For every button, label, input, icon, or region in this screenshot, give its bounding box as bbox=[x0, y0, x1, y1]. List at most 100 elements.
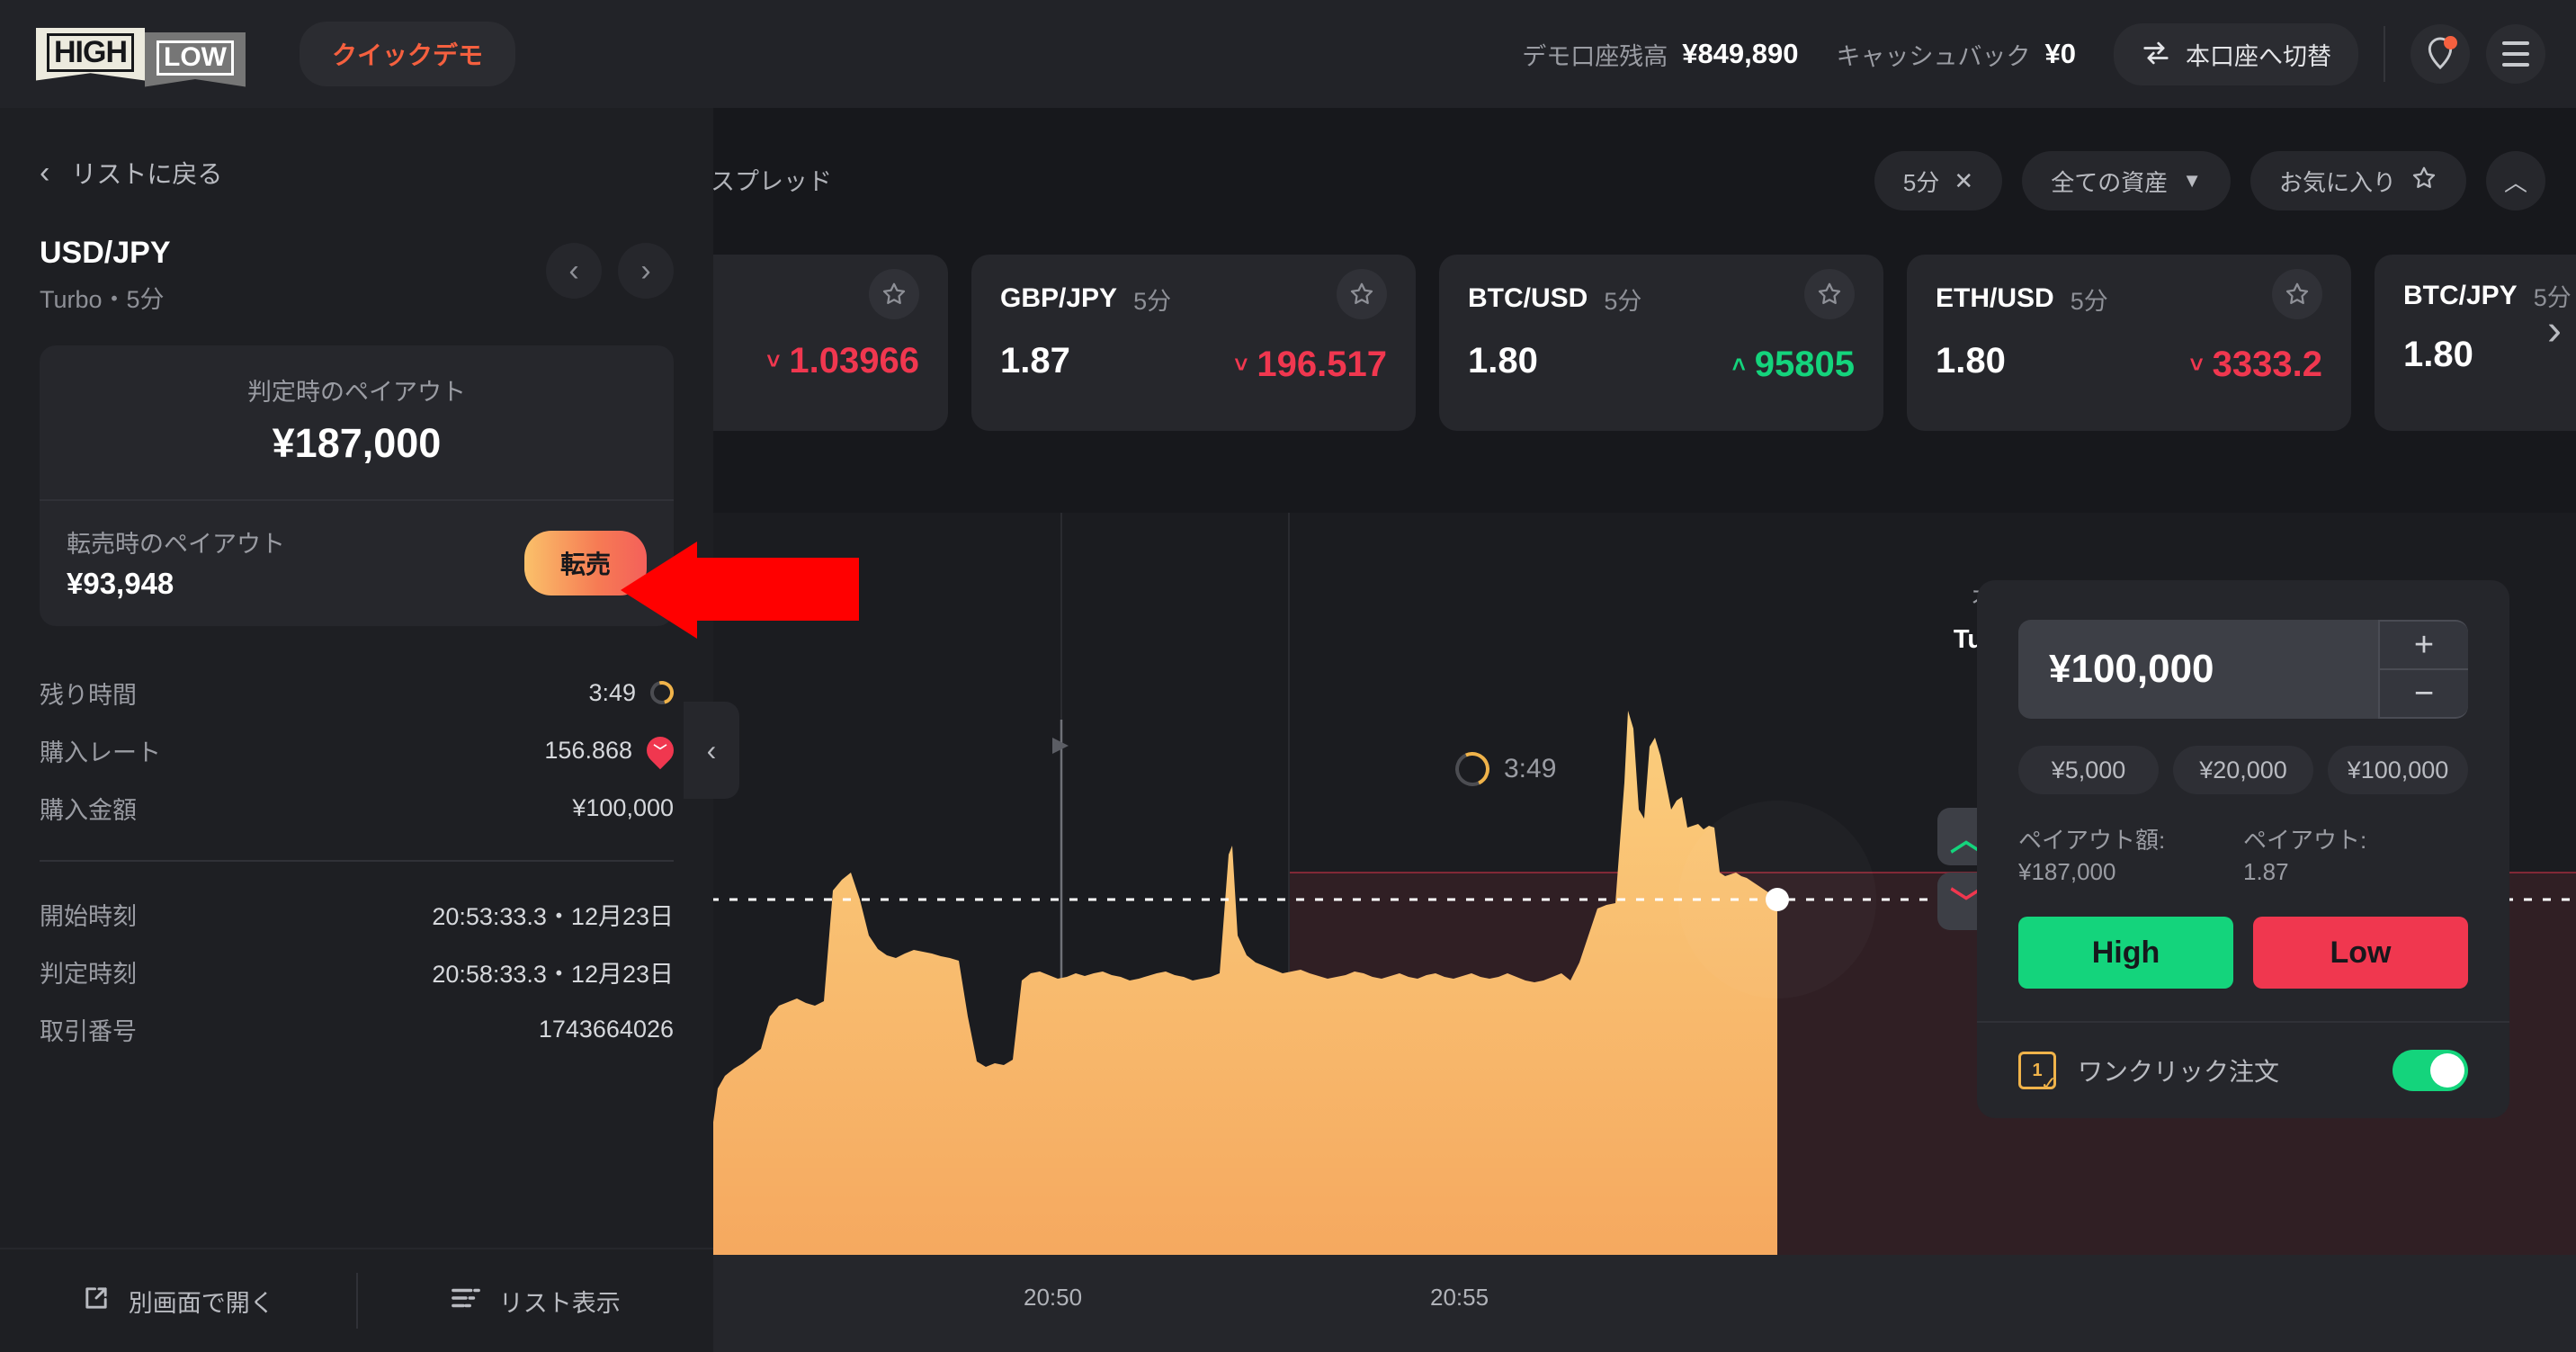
resell-payout-label: 転売時のペイアウト bbox=[67, 531, 285, 558]
amount-preset-button[interactable]: ¥100,000 bbox=[2328, 746, 2468, 794]
amount-preset-row: ¥5,000 ¥20,000 ¥100,000 bbox=[2018, 746, 2468, 794]
ticker-pair: BTC/JPY bbox=[2403, 280, 2518, 310]
switch-account-label: 本口座へ切替 bbox=[2186, 42, 2331, 70]
high-button[interactable]: High bbox=[2018, 917, 2233, 989]
detail-label: 購入レート bbox=[40, 739, 161, 766]
chevron-up-icon: ︿ bbox=[2503, 168, 2527, 196]
payout-rate-block: ペイアウト: 1.87 bbox=[2243, 825, 2468, 888]
detail-label: 購入金額 bbox=[40, 796, 137, 824]
detail-panel-footer: 別画面で開く リスト表示 bbox=[0, 1248, 713, 1352]
payout-amount-value: ¥187,000 bbox=[2018, 858, 2116, 886]
payout-amount-label: ペイアウト額: bbox=[2018, 827, 2166, 854]
detail-label: 開始時刻 bbox=[40, 902, 137, 930]
filter-chip-asset[interactable]: 全ての資産 ▼ bbox=[2022, 151, 2231, 210]
chevron-left-icon: ‹ bbox=[40, 155, 50, 190]
spread-label: スプレッド bbox=[711, 168, 832, 195]
close-x-icon[interactable]: ✕ bbox=[1954, 167, 1973, 195]
star-icon[interactable] bbox=[1337, 269, 1387, 319]
payout-amount-block: ペイアウト額: ¥187,000 bbox=[2018, 825, 2243, 888]
swap-icon bbox=[2141, 40, 2171, 69]
detail-row: 残り時間 3:49 bbox=[40, 664, 678, 721]
header-divider bbox=[2384, 26, 2385, 82]
detail-value: 20:58:33.3・12月23日 bbox=[432, 960, 674, 988]
demo-balance-value: ¥849,890 bbox=[1682, 38, 1799, 69]
star-icon[interactable] bbox=[869, 269, 919, 319]
amount-preset-button[interactable]: ¥20,000 bbox=[2173, 746, 2313, 794]
low-drop-icon: ﹀ bbox=[640, 730, 680, 770]
ticker-payout: 1.80 bbox=[1936, 341, 2006, 381]
ticker-card[interactable]: BTC/USD 5分 1.80 ˄ 95805 bbox=[1439, 255, 1883, 431]
ticker-duration: 5分 bbox=[1604, 287, 1642, 315]
back-to-list-link[interactable]: ‹ リストに戻る bbox=[0, 108, 713, 191]
caret-up-icon: ˄ bbox=[1731, 351, 1746, 378]
ticker-card[interactable]: BTC/JPY 5分 1.80 ˅ 15 bbox=[2375, 255, 2576, 431]
star-icon bbox=[2411, 165, 2437, 198]
amount-input-group[interactable]: ¥100,000 + − bbox=[2018, 620, 2468, 719]
notification-dot bbox=[2444, 36, 2457, 49]
oneclick-order-toggle[interactable] bbox=[2393, 1050, 2468, 1092]
notification-bell-button[interactable] bbox=[2411, 24, 2470, 84]
detail-divider bbox=[40, 860, 674, 862]
filter-duration-label: 5分 bbox=[1902, 168, 1940, 196]
filter-asset-label: 全ての資産 bbox=[2051, 168, 2169, 196]
next-trade-button[interactable]: › bbox=[618, 243, 674, 299]
ticker-pair: ETH/USD bbox=[1936, 283, 2054, 313]
ticker-rate-value: 3333.2 bbox=[2212, 345, 2322, 384]
pair-subtitle: Turbo・5分 bbox=[40, 286, 165, 313]
ticker-rate: ˄ 95805 bbox=[1732, 345, 1855, 385]
quick-demo-button[interactable]: クイックデモ bbox=[299, 22, 515, 86]
current-price-dot bbox=[1766, 888, 1789, 911]
payout-card: 判定時のペイアウト ¥187,000 転売時のペイアウト ¥93,948 転売 bbox=[40, 345, 674, 626]
high-low-buttons: High Low bbox=[2018, 917, 2468, 989]
panel-collapse-handle[interactable]: ‹ bbox=[684, 702, 739, 799]
detail-row: 購入金額 ¥100,000 bbox=[40, 779, 674, 837]
oneclick-order-label: ワンクリック注文 bbox=[2078, 1058, 2280, 1087]
detail-value-text: 3:49 bbox=[588, 678, 636, 706]
header-right-group: デモ口座残高 ¥849,890 キャッシュバック ¥0 本口座へ切替 bbox=[1522, 22, 2576, 85]
amount-decrease-button[interactable]: − bbox=[2378, 668, 2468, 719]
amount-preset-button[interactable]: ¥5,000 bbox=[2018, 746, 2159, 794]
open-new-window-button[interactable]: 別画面で開く bbox=[0, 1249, 356, 1352]
external-link-icon bbox=[82, 1284, 111, 1319]
resell-payout-value: ¥93,948 bbox=[67, 567, 174, 600]
list-view-button[interactable]: リスト表示 bbox=[358, 1249, 714, 1352]
highlow-logo: HIGH LOW bbox=[36, 27, 246, 87]
page-title: USD/JPY bbox=[40, 236, 171, 270]
detail-value: ¥100,000 bbox=[572, 794, 674, 822]
ticker-rate-value: 196.517 bbox=[1257, 345, 1387, 384]
detail-value-text: ¥100,000 bbox=[572, 793, 674, 821]
trade-panel: ¥100,000 + − ¥5,000 ¥20,000 ¥100,000 ペイア… bbox=[1977, 580, 2509, 1119]
hamburger-menu-icon bbox=[2502, 41, 2529, 67]
ticker-next-button[interactable]: › bbox=[2547, 306, 2562, 355]
open-new-window-label: 別画面で開く bbox=[128, 1289, 274, 1317]
timer-ring-icon bbox=[646, 676, 678, 709]
ticker-pair: BTC/USD bbox=[1468, 283, 1588, 313]
ticker-payout: 1.80 bbox=[1468, 341, 1538, 381]
amount-stepper: + − bbox=[2378, 620, 2468, 719]
caret-down-icon: ˅ bbox=[1234, 351, 1248, 378]
amount-increase-button[interactable]: + bbox=[2378, 620, 2468, 668]
detail-row: 取引番号 1743664026 bbox=[40, 1000, 674, 1058]
logo-high-text: HIGH bbox=[47, 32, 134, 72]
amount-input[interactable]: ¥100,000 bbox=[2018, 620, 2378, 719]
filter-collapse-button[interactable]: ︿ bbox=[2486, 151, 2545, 210]
pair-nav-group: ‹ › bbox=[546, 243, 674, 299]
filter-chip-duration[interactable]: 5分 ✕ bbox=[1874, 151, 2003, 210]
star-icon[interactable] bbox=[1804, 269, 1855, 319]
detail-row: 開始時刻 20:53:33.3・12月23日 bbox=[40, 885, 674, 943]
chevron-left-icon: ‹ bbox=[568, 253, 579, 288]
detail-value: 156.868 ﹀ bbox=[544, 730, 680, 770]
ticker-card[interactable]: GBP/JPY 5分 1.87 ˅ 196.517 bbox=[971, 255, 1416, 431]
hamburger-menu-button[interactable] bbox=[2486, 24, 2545, 84]
resell-button[interactable]: 転売 bbox=[523, 530, 647, 595]
ticker-card[interactable]: ETH/USD 5分 1.80 ˅ 3333.2 bbox=[1907, 255, 2351, 431]
trade-detail-panel: ‹ リストに戻る USD/JPY Turbo・5分 ‹ › 判定時のペイアウト … bbox=[0, 108, 713, 1352]
star-icon[interactable] bbox=[2272, 269, 2322, 319]
switch-account-button[interactable]: 本口座へ切替 bbox=[2114, 22, 2358, 85]
low-button[interactable]: Low bbox=[2253, 917, 2468, 989]
settle-payout-label: 判定時のペイアウト bbox=[247, 379, 466, 406]
prev-trade-button[interactable]: ‹ bbox=[546, 243, 602, 299]
filter-chip-favorites[interactable]: お気に入り bbox=[2250, 151, 2466, 210]
payout-info: ペイアウト額: ¥187,000 ペイアウト: 1.87 bbox=[2018, 825, 2468, 888]
ticker-rate-value: 95805 bbox=[1754, 345, 1855, 384]
